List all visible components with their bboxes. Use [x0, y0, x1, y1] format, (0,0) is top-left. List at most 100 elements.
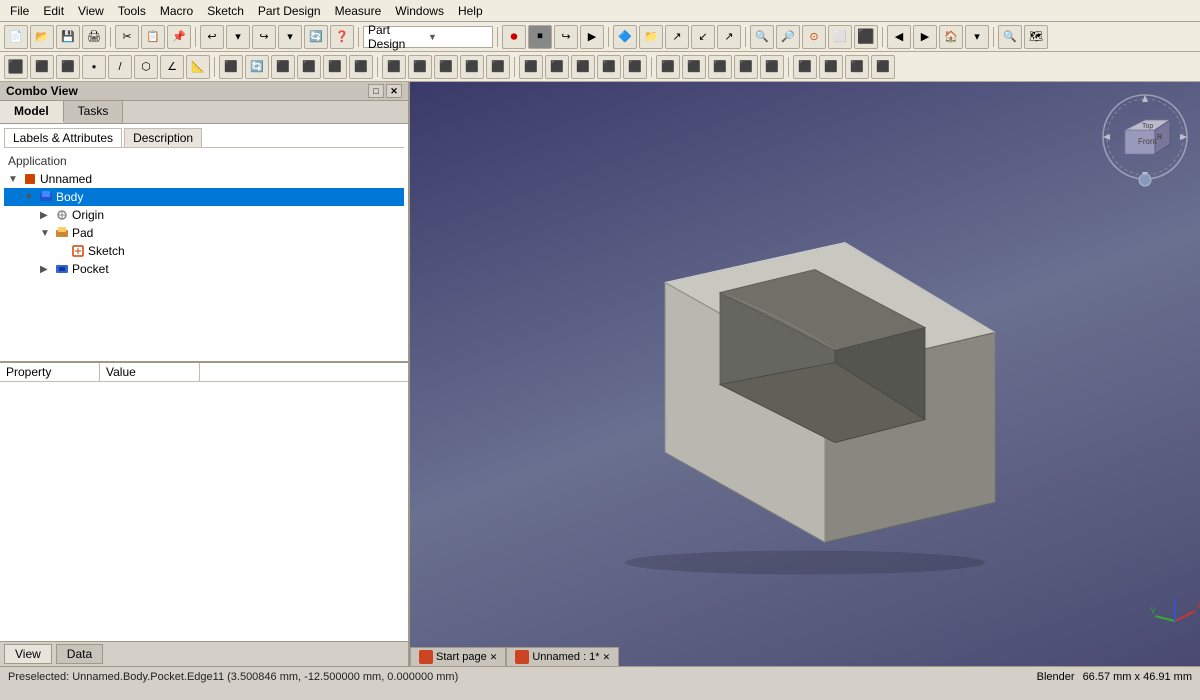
boolean-button[interactable]: ⬛	[623, 55, 647, 79]
fillet-button[interactable]: ⬛	[519, 55, 543, 79]
new-button[interactable]: 📄	[4, 25, 28, 49]
tab-tasks[interactable]: Tasks	[64, 101, 124, 123]
nav-cube[interactable]: Front Top R	[1100, 92, 1190, 195]
save-button[interactable]: 💾	[56, 25, 80, 49]
home-arrow[interactable]: ▾	[965, 25, 989, 49]
start-page-close[interactable]: ✕	[490, 652, 498, 663]
copy-button[interactable]: 📋	[141, 25, 165, 49]
view-orient-button[interactable]: ⊙	[802, 25, 826, 49]
unnamed-tab[interactable]: Unnamed : 1* ✕	[506, 647, 619, 666]
menu-macro[interactable]: Macro	[154, 2, 199, 20]
groove-button[interactable]: ⬛	[460, 55, 484, 79]
unnamed-arrow[interactable]: ▼	[8, 174, 20, 185]
mirrored-button[interactable]: ⬛	[656, 55, 680, 79]
additive-loft-button[interactable]: ⬛	[271, 55, 295, 79]
view-box-button[interactable]: ⬜	[828, 25, 852, 49]
unnamed-tab-close[interactable]: ✕	[603, 652, 611, 663]
menu-windows[interactable]: Windows	[389, 2, 450, 20]
view-cube-button[interactable]: 🗺	[1024, 25, 1048, 49]
tree-node-origin[interactable]: ▶ Origin	[4, 206, 404, 224]
paste-button[interactable]: 📌	[167, 25, 191, 49]
additive-helix-button[interactable]: ⬛	[323, 55, 347, 79]
print-button[interactable]: 🖨	[82, 25, 106, 49]
polar-pattern-button[interactable]: ⬛	[708, 55, 732, 79]
part-shape-button[interactable]: ⬛	[56, 55, 80, 79]
import-button[interactable]: ↙	[691, 25, 715, 49]
zoom-in-button[interactable]: 🔎	[776, 25, 800, 49]
body-arrow[interactable]: ▼	[24, 192, 36, 203]
subtr-pipe-button[interactable]: ⬛	[486, 55, 510, 79]
part-body-button[interactable]: ⬛	[4, 55, 28, 79]
record-button[interactable]: ⏺	[502, 25, 526, 49]
chamfer-button[interactable]: ⬛	[545, 55, 569, 79]
part-clone-button[interactable]: ⬛	[30, 55, 54, 79]
sketch-button[interactable]: 📐	[186, 55, 210, 79]
data-tab[interactable]: Data	[56, 644, 103, 664]
pocket-arrow[interactable]: ▶	[40, 264, 52, 275]
revolution-button[interactable]: 🔄	[245, 55, 269, 79]
undo-arrow[interactable]: ▾	[226, 25, 250, 49]
step-button[interactable]: ↪	[554, 25, 578, 49]
tree-node-unnamed[interactable]: ▼ Unnamed	[4, 170, 404, 188]
additive-prim-button[interactable]: ⬛	[349, 55, 373, 79]
measure-linear-button[interactable]: ⬛	[793, 55, 817, 79]
measure-angular-button[interactable]: ⬛	[819, 55, 843, 79]
menu-edit[interactable]: Edit	[37, 2, 70, 20]
tree-node-body[interactable]: ▼ Body	[4, 188, 404, 206]
menu-help[interactable]: Help	[452, 2, 489, 20]
angle-button[interactable]: ∠	[160, 55, 184, 79]
undo-button[interactable]: ↩	[200, 25, 224, 49]
tab-model[interactable]: Model	[0, 101, 64, 123]
dot-button[interactable]: ●	[82, 55, 106, 79]
tree-node-sketch[interactable]: ▶ Sketch	[4, 242, 404, 260]
menu-tools[interactable]: Tools	[112, 2, 152, 20]
measure-clear-button[interactable]: ⬛	[845, 55, 869, 79]
open-button[interactable]: 📂	[30, 25, 54, 49]
stop-button[interactable]: ⏹	[528, 25, 552, 49]
pocket-button[interactable]: ⬛	[382, 55, 406, 79]
description-tab[interactable]: Description	[124, 128, 202, 147]
draft-button[interactable]: ⬛	[571, 55, 595, 79]
redo-arrow[interactable]: ▾	[278, 25, 302, 49]
import2-button[interactable]: ↗	[717, 25, 741, 49]
poly-button[interactable]: ⬡	[134, 55, 158, 79]
refresh-button[interactable]: 🔄	[304, 25, 328, 49]
menu-view[interactable]: View	[72, 2, 110, 20]
home-button[interactable]: 🏠	[939, 25, 963, 49]
menu-measure[interactable]: Measure	[329, 2, 388, 20]
play-button[interactable]: ▶	[580, 25, 604, 49]
multitransform-button[interactable]: ⬛	[734, 55, 758, 79]
zoom-fit-button[interactable]: 🔍	[750, 25, 774, 49]
tree-node-pad[interactable]: ▼ Pad	[4, 224, 404, 242]
view-3d-button[interactable]: 🔷	[613, 25, 637, 49]
view-tab[interactable]: View	[4, 644, 52, 664]
zoom-level-button[interactable]: 🔍	[998, 25, 1022, 49]
start-page-tab[interactable]: Start page ✕	[410, 647, 506, 666]
combo-restore-button[interactable]: □	[368, 84, 384, 98]
scaled-button[interactable]: ⬛	[760, 55, 784, 79]
workbench-dropdown[interactable]: Part Design ▼	[363, 26, 493, 48]
origin-arrow[interactable]: ▶	[40, 210, 52, 221]
labels-attrs-tab[interactable]: Labels & Attributes	[4, 128, 122, 147]
export-button[interactable]: ↗	[665, 25, 689, 49]
tree-node-pocket[interactable]: ▶ Pocket	[4, 260, 404, 278]
combo-close-button[interactable]: ✕	[386, 84, 402, 98]
menu-file[interactable]: File	[4, 2, 35, 20]
pad-arrow[interactable]: ▼	[40, 228, 52, 239]
additive-pipe-button[interactable]: ⬛	[297, 55, 321, 79]
open-folder-button[interactable]: 📁	[639, 25, 663, 49]
redo-button[interactable]: ↪	[252, 25, 276, 49]
nav-forward-button[interactable]: ▶	[913, 25, 937, 49]
viewport-3d[interactable]: Front Top R	[410, 82, 1200, 666]
thickness-button[interactable]: ⬛	[597, 55, 621, 79]
whats-this-button[interactable]: ❓	[330, 25, 354, 49]
menu-part-design[interactable]: Part Design	[252, 2, 327, 20]
view-persp-button[interactable]: ⬛	[854, 25, 878, 49]
subtr-loft-button[interactable]: ⬛	[434, 55, 458, 79]
pad-button[interactable]: ⬛	[219, 55, 243, 79]
line-button[interactable]: /	[108, 55, 132, 79]
cut-button[interactable]: ✂	[115, 25, 139, 49]
section-button[interactable]: ⬛	[871, 55, 895, 79]
linear-pattern-button[interactable]: ⬛	[682, 55, 706, 79]
menu-sketch[interactable]: Sketch	[201, 2, 250, 20]
